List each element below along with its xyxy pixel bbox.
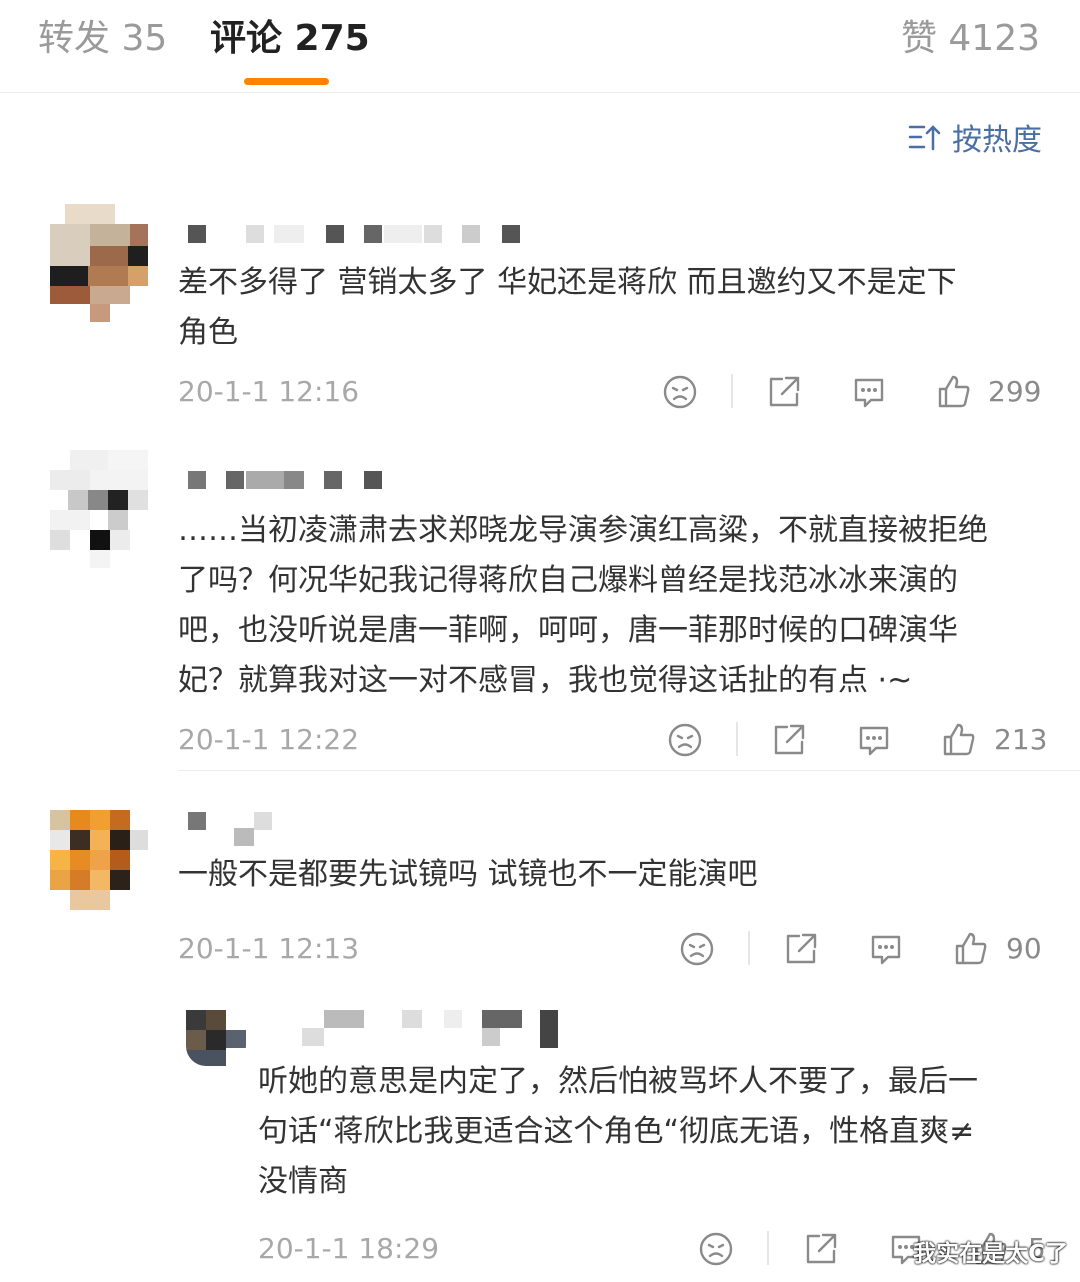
- avatar[interactable]: [186, 1010, 246, 1066]
- comment-icon[interactable]: [851, 374, 887, 410]
- like-icon[interactable]: [936, 374, 972, 410]
- reply-time: 20-1-1 18:29: [258, 1232, 440, 1265]
- separator: [731, 374, 733, 408]
- dislike-icon[interactable]: [698, 1231, 734, 1267]
- share-icon[interactable]: [783, 931, 819, 967]
- avatar[interactable]: [50, 810, 148, 910]
- username-mosaic[interactable]: [188, 471, 388, 493]
- comment-text: ……当初凌潇肃去求郑晓龙导演参演红高粱，不就直接被拒绝 了吗？何况华妃我记得蒋欣…: [178, 513, 988, 698]
- sort-icon: [908, 125, 941, 151]
- avatar[interactable]: [50, 450, 148, 568]
- like-icon[interactable]: [941, 722, 977, 758]
- separator: [767, 1231, 769, 1265]
- comment-meta: 20-1-1 12:22 213: [178, 720, 1048, 760]
- username-mosaic[interactable]: [188, 812, 288, 846]
- watermark: 我实在是太C了: [913, 1241, 1068, 1267]
- comment-time: 20-1-1 12:22: [178, 723, 360, 756]
- sort-label: 按热度: [952, 123, 1042, 158]
- comment-text: 差不多得了 营销太多了 华妃还是蒋欣 而且邀约又不是定下 角色: [178, 265, 957, 350]
- active-tab-indicator: [244, 78, 329, 85]
- tab-reposts[interactable]: 转发 35: [38, 16, 167, 62]
- tab-comments[interactable]: 评论 275: [210, 16, 370, 62]
- comment-meta: 20-1-1 12:16 299: [178, 372, 1044, 412]
- dislike-icon[interactable]: [662, 374, 698, 410]
- username-mosaic[interactable]: [302, 1010, 562, 1048]
- sort-button[interactable]: 按热度: [908, 117, 1042, 158]
- divider: [178, 770, 1080, 771]
- share-icon[interactable]: [771, 722, 807, 758]
- like-count: 90: [1006, 932, 1042, 965]
- comment-icon[interactable]: [868, 931, 904, 967]
- tab-likes[interactable]: 赞 4123: [901, 16, 1040, 62]
- comment-icon[interactable]: [856, 722, 892, 758]
- like-icon[interactable]: [953, 931, 989, 967]
- reply-text: 听她的意思是内定了，然后怕被骂坏人不要了，最后一 句话“蒋欣比我更适合这个角色“…: [258, 1064, 978, 1199]
- comment-text: 一般不是都要先试镜吗 试镜也不一定能演吧: [178, 857, 758, 892]
- separator: [736, 722, 738, 756]
- comment-meta: 20-1-1 12:13 90: [178, 929, 1044, 969]
- comment-time: 20-1-1 12:16: [178, 375, 360, 408]
- username-mosaic[interactable]: [188, 225, 528, 247]
- tab-bar: 转发 35 评论 275 赞 4123: [0, 0, 1080, 93]
- dislike-icon[interactable]: [667, 722, 703, 758]
- separator: [748, 931, 750, 965]
- share-icon[interactable]: [803, 1231, 839, 1267]
- like-count: 299: [988, 375, 1042, 408]
- comment-time: 20-1-1 12:13: [178, 932, 360, 965]
- share-icon[interactable]: [766, 374, 802, 410]
- avatar[interactable]: [50, 204, 148, 322]
- dislike-icon[interactable]: [679, 931, 715, 967]
- like-count: 213: [994, 723, 1048, 756]
